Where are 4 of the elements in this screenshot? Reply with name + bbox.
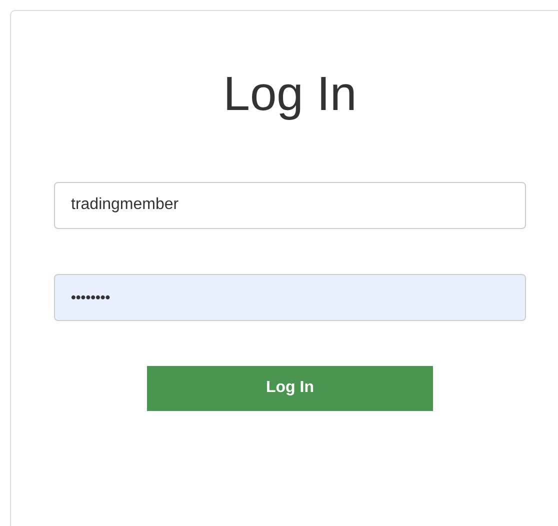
login-title: Log In	[223, 69, 357, 122]
username-field[interactable]: tradingmember	[54, 182, 526, 229]
password-field[interactable]: ••••••••	[54, 274, 526, 321]
login-button[interactable]: Log In	[147, 366, 433, 411]
